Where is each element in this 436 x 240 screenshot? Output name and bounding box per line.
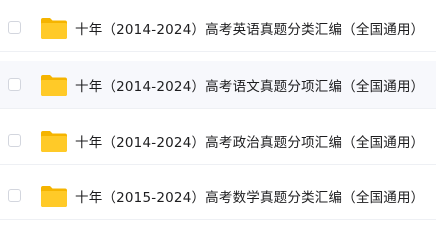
folder-icon bbox=[40, 73, 68, 97]
file-row[interactable]: 十年（2015-2024）高考数学真题分类汇编（全国通用） bbox=[0, 172, 436, 220]
row-checkbox[interactable] bbox=[8, 134, 21, 147]
file-name[interactable]: 十年（2014-2024）高考语文真题分项汇编（全国通用） bbox=[75, 75, 424, 95]
folder-icon bbox=[40, 184, 68, 208]
file-name[interactable]: 十年（2014-2024）高考英语真题分类汇编（全国通用） bbox=[75, 18, 424, 38]
row-checkbox[interactable] bbox=[8, 189, 21, 202]
file-list: 十年（2014-2024）高考英语真题分类汇编（全国通用） 十年（2014-20… bbox=[0, 0, 436, 228]
file-name[interactable]: 十年（2014-2024）高考政治真题分项汇编（全国通用） bbox=[75, 131, 424, 151]
file-row[interactable]: 十年（2014-2024）高考语文真题分项汇编（全国通用） bbox=[0, 61, 436, 109]
folder-icon bbox=[40, 129, 68, 153]
file-name[interactable]: 十年（2015-2024）高考数学真题分类汇编（全国通用） bbox=[75, 186, 424, 206]
file-row[interactable]: 十年（2014-2024）高考英语真题分类汇编（全国通用） bbox=[0, 4, 436, 52]
folder-icon bbox=[40, 16, 68, 40]
row-checkbox[interactable] bbox=[8, 21, 21, 34]
file-row[interactable]: 十年（2014-2024）高考政治真题分项汇编（全国通用） bbox=[0, 117, 436, 165]
row-checkbox[interactable] bbox=[8, 78, 21, 91]
